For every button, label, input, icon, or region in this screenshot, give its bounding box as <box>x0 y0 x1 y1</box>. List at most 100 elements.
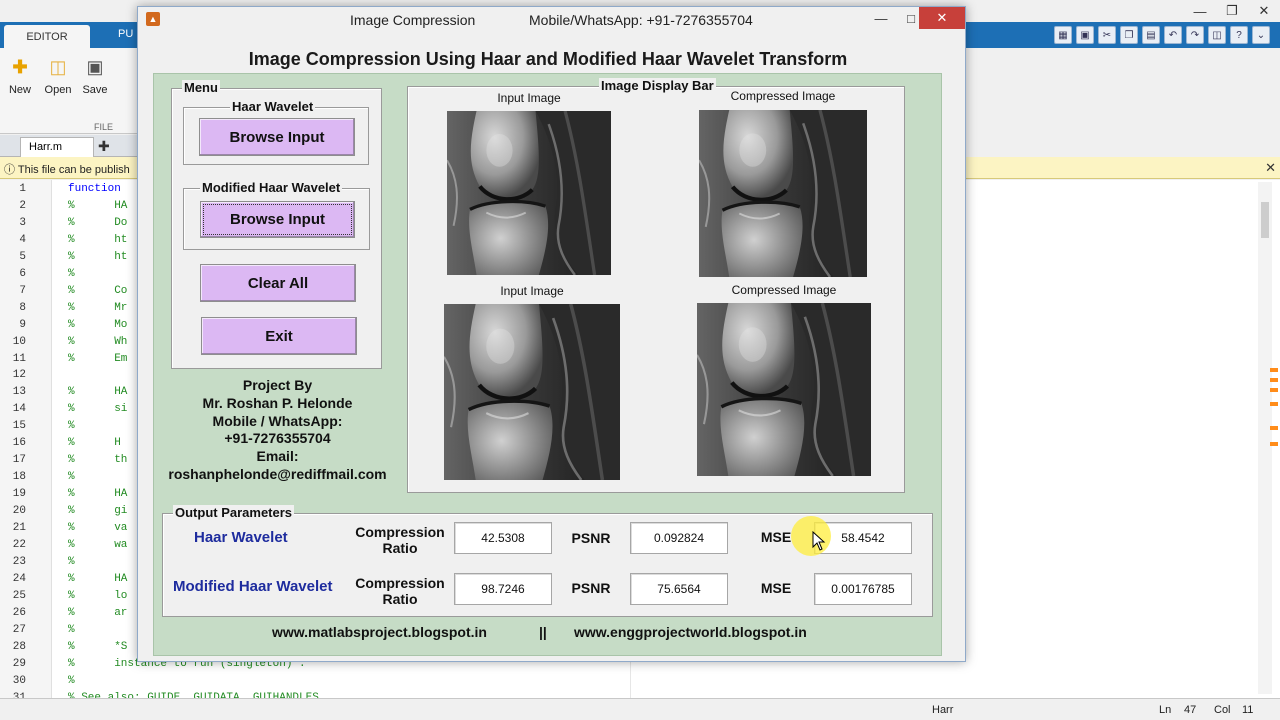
code-text: % gi <box>68 505 128 518</box>
modified-mse-label: MSE <box>760 580 792 596</box>
code-text: % Em <box>68 352 128 365</box>
code-text: % Co <box>68 284 128 297</box>
matlab-logo-icon: ▲ <box>146 12 160 26</box>
output-parameters-title: Output Parameters <box>173 505 295 520</box>
warning-marker[interactable] <box>1270 378 1278 382</box>
status-ln: 47 <box>1184 704 1197 716</box>
warning-marker[interactable] <box>1270 388 1278 392</box>
expand-icon[interactable]: ⌄ <box>1252 26 1270 44</box>
haar-compression-ratio-field[interactable]: 42.5308 <box>454 522 552 554</box>
footer-link-right[interactable]: www.enggprojectworld.blogspot.in <box>574 624 807 640</box>
open-button-label: Open <box>44 84 72 96</box>
folder-icon: ◫ <box>49 56 67 77</box>
cut-icon[interactable]: ✂ <box>1098 26 1116 44</box>
line-number: 7 <box>19 284 26 297</box>
code-text: % ht <box>68 233 128 246</box>
page-title: Image Compression Using Haar and Modifie… <box>248 49 848 69</box>
info-bar-message: This file can be publish <box>17 164 130 176</box>
code-text: % th <box>68 454 128 467</box>
line-number: 15 <box>12 420 26 433</box>
maximize-icon[interactable]: ❐ <box>1216 0 1248 22</box>
modified-haar-row-label: Modified Haar Wavelet <box>173 578 333 595</box>
minimize-icon[interactable]: — <box>1184 0 1216 22</box>
new-button[interactable]: ✚ New <box>2 56 38 97</box>
code-line[interactable]: 30% <box>0 675 360 692</box>
editor-ribbon: ✚ New ◫ Open ▣ Save FILE <box>0 48 140 134</box>
code-text: % <box>68 420 75 433</box>
modified-psnr-field[interactable]: 75.6564 <box>630 573 728 605</box>
figure-close-icon[interactable]: ✕ <box>919 7 965 29</box>
image-compression-window: ▲ Image Compression Mobile/WhatsApp: +91… <box>137 6 966 662</box>
line-number: 27 <box>12 623 26 636</box>
warning-marker[interactable] <box>1270 368 1278 372</box>
image-display-panel: Image Display Bar Input Image Compressed… <box>407 78 905 493</box>
line-number: 18 <box>12 471 26 484</box>
warning-marker[interactable] <box>1270 402 1278 406</box>
warning-marker[interactable] <box>1270 442 1278 446</box>
code-text: % Wh <box>68 335 128 348</box>
knee-mri-image-3 <box>444 304 620 480</box>
code-text: function <box>68 183 121 195</box>
warning-marker[interactable] <box>1270 426 1278 430</box>
save-icon[interactable]: ▣ <box>1076 26 1094 44</box>
code-text: % *S <box>68 640 128 653</box>
credits-line-4: +91-7276355704 <box>224 430 331 447</box>
line-number: 17 <box>12 454 26 467</box>
new-tab-plus-icon[interactable]: ✚ <box>98 138 110 155</box>
save-button-label: Save <box>82 84 108 96</box>
line-number: 20 <box>12 505 26 518</box>
compression-label-line2: Ratio <box>382 591 418 607</box>
modified-mse-field[interactable]: 0.00176785 <box>814 573 912 605</box>
figure-titlebar: ▲ Image Compression Mobile/WhatsApp: +91… <box>138 7 965 31</box>
main-green-panel: Menu Haar Wavelet Browse Input Modified … <box>153 73 942 656</box>
menu-panel: Menu Haar Wavelet Browse Input Modified … <box>171 80 382 369</box>
save-disk-icon: ▣ <box>86 56 104 77</box>
open-button[interactable]: ◫ Open <box>40 56 76 97</box>
file-section-label: FILE <box>94 122 114 132</box>
code-text: % HA <box>68 386 128 399</box>
redo-icon[interactable]: ↷ <box>1186 26 1204 44</box>
switch-windows-icon[interactable]: ◫ <box>1208 26 1226 44</box>
mouse-pointer-icon <box>812 531 826 551</box>
modified-compression-ratio-field[interactable]: 98.7246 <box>454 573 552 605</box>
close-info-icon[interactable]: ✕ <box>1265 160 1276 176</box>
modified-browse-input-button[interactable]: Browse Input <box>200 201 355 238</box>
line-number: 3 <box>19 216 26 229</box>
haar-browse-input-button[interactable]: Browse Input <box>199 118 355 156</box>
haar-psnr-field[interactable]: 0.092824 <box>630 522 728 554</box>
paste-icon[interactable]: ▤ <box>1142 26 1160 44</box>
new-plus-icon: ✚ <box>12 56 28 77</box>
scroll-thumb[interactable] <box>1261 202 1269 238</box>
status-file: Harr <box>932 704 954 716</box>
line-number: 6 <box>19 267 26 280</box>
code-text: % HA <box>68 488 128 501</box>
code-text: % Mo <box>68 318 128 331</box>
code-text: % Do <box>68 216 128 229</box>
tab-editor[interactable]: EDITOR <box>4 25 90 48</box>
save-button[interactable]: ▣ Save <box>77 56 113 97</box>
project-credits: Project By Mr. Roshan P. Helonde Mobile … <box>154 377 401 484</box>
tab-publish[interactable]: PU <box>118 28 133 40</box>
code-text: % lo <box>68 589 128 602</box>
top-input-image <box>447 111 611 275</box>
doc-tab-harr[interactable]: Harr.m <box>20 137 94 157</box>
bottom-compressed-image <box>697 303 871 476</box>
code-text: % si <box>68 403 128 416</box>
copy-icon[interactable]: ❐ <box>1120 26 1138 44</box>
haar-panel-title: Haar Wavelet <box>230 99 316 114</box>
undo-icon[interactable]: ↶ <box>1164 26 1182 44</box>
modified-compression-ratio-label: Compression Ratio <box>347 575 453 607</box>
credits-line-2: Mr. Roshan P. Helonde <box>202 394 353 411</box>
search-docs-icon[interactable]: ▦ <box>1054 26 1072 44</box>
code-text: % Mr <box>68 301 128 314</box>
code-text: % <box>68 674 75 687</box>
line-number: 19 <box>12 488 26 501</box>
clear-all-button[interactable]: Clear All <box>200 264 356 302</box>
help-icon[interactable]: ? <box>1230 26 1248 44</box>
credits-line-6: roshanphelonde@rediffmail.com <box>168 465 387 482</box>
exit-button[interactable]: Exit <box>201 317 357 355</box>
footer-link-left[interactable]: www.matlabsproject.blogspot.in <box>272 624 487 640</box>
credits-line-1: Project By <box>242 377 313 393</box>
figure-minimize-icon[interactable]: — <box>866 7 896 29</box>
close-icon[interactable]: ✕ <box>1248 0 1280 22</box>
